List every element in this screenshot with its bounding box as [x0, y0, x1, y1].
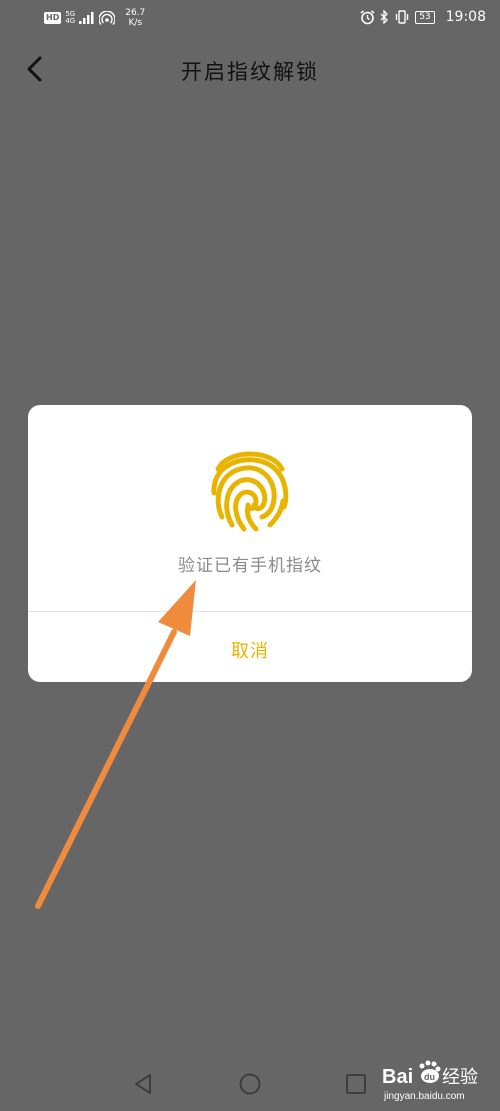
- speed-unit: K/s: [128, 18, 143, 28]
- triangle-back-icon: [135, 1074, 151, 1094]
- nav-home-button[interactable]: [238, 1072, 262, 1096]
- status-left: HD 5G 4G 26.7 K/s: [44, 8, 145, 28]
- circle-home-icon: [239, 1073, 261, 1095]
- network-type-bottom: 4G: [65, 17, 76, 25]
- dialog-message: 验证已有手机指纹: [178, 556, 322, 576]
- cancel-button[interactable]: 取消: [28, 612, 472, 682]
- bluetooth-icon: [380, 10, 389, 24]
- network-type: 5G 4G: [65, 11, 75, 25]
- status-bar: HD 5G 4G 26.7 K/s 53 19:08: [0, 0, 500, 36]
- hd-badge: HD: [44, 12, 62, 24]
- status-right: 53 19:08: [360, 9, 486, 25]
- svg-text:Bai: Bai: [382, 1066, 413, 1088]
- page-header: 开启指纹解锁: [0, 44, 500, 94]
- nav-back-button[interactable]: [131, 1072, 155, 1096]
- page-title: 开启指纹解锁: [181, 60, 319, 84]
- hotspot-icon: [99, 11, 116, 25]
- network-speed: 26.7 K/s: [125, 8, 145, 28]
- svg-text:经验: 经验: [442, 1067, 478, 1088]
- svg-text:du: du: [424, 1072, 435, 1082]
- fingerprint-dialog: 验证已有手机指纹 取消: [28, 405, 472, 682]
- battery-indicator: 53: [415, 10, 435, 24]
- alarm-icon: [360, 9, 375, 24]
- vibrate-icon: [395, 10, 409, 24]
- square-recent-icon: [346, 1074, 366, 1094]
- signal-icon: [79, 12, 94, 24]
- nav-recent-button[interactable]: [344, 1072, 368, 1096]
- speed-value: 26.7: [125, 8, 146, 18]
- fingerprint-icon: [211, 451, 289, 532]
- svg-text:jingyan.baidu.com: jingyan.baidu.com: [383, 1091, 465, 1102]
- baidu-jingyan-watermark: Bai du 经验 jingyan.baidu.com: [382, 1060, 478, 1102]
- status-time: 19:08: [445, 9, 486, 25]
